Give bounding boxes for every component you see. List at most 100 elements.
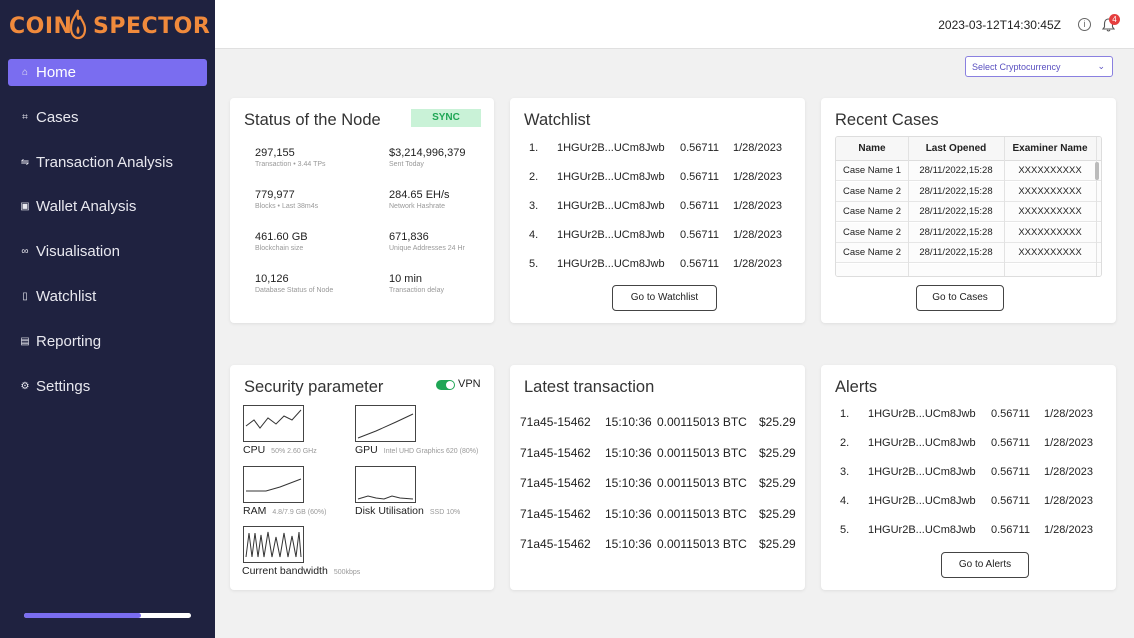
list-item-date: 1/28/2023 [733, 142, 782, 154]
list-item-value: 0.56711 [991, 466, 1030, 478]
node-stat-value: 284.65 EH/s [389, 189, 450, 201]
node-stat: 297,155 Transaction • 3.44 TPs [255, 147, 326, 168]
node-stat-label: Blocks • Last 38m4s [255, 203, 319, 210]
transaction-usd: $25.29 [759, 537, 796, 551]
transaction-btc: 0.00115013 BTC [657, 415, 747, 429]
table-cell: XXXXXXXXXX [1018, 185, 1082, 197]
column-header-name: Name [858, 143, 886, 154]
node-stat-value: 10 min [389, 273, 423, 285]
gpu-label: GPU Intel UHD Graphics 620 (80%) [355, 444, 479, 456]
list-item-index: 1. [840, 408, 850, 420]
list-item-index: 5. [529, 258, 539, 270]
timestamp: 2023-03-12T14:30:45Z [938, 18, 1061, 32]
node-stat: $3,214,996,379 Sent Today [389, 147, 465, 168]
table-divider [908, 137, 909, 276]
list-item-address: 1HGUr2B...UCm8Jwb [868, 437, 976, 449]
list-item-date: 1/28/2023 [1044, 437, 1093, 449]
list-item-index: 2. [529, 171, 539, 183]
flame-icon [69, 9, 87, 40]
logo-text-left: COIN [9, 14, 73, 39]
sidebar-item-visualisation[interactable]: ∞ Visualisation [8, 238, 207, 265]
sidebar-item-watchlist[interactable]: ▯ Watchlist [8, 283, 207, 310]
node-stat: 284.65 EH/s Network Hashrate [389, 189, 450, 210]
transaction-time: 15:10:36 [605, 445, 652, 460]
sidebar-item-cases[interactable]: ⌗ Cases [8, 104, 207, 131]
node-stat-value: $3,214,996,379 [389, 147, 466, 159]
go-to-watchlist-button[interactable]: Go to Watchlist [612, 285, 717, 311]
sidebar-item-label: Wallet Analysis [36, 198, 137, 216]
vpn-toggle[interactable] [436, 380, 455, 390]
list-item-address: 1HGUr2B...UCm8Jwb [868, 408, 976, 420]
sidebar-item-wallet-analysis[interactable]: ▣ Wallet Analysis [8, 193, 207, 220]
table-divider [1004, 137, 1005, 276]
wallet-icon: ▣ [20, 201, 30, 213]
table-row[interactable]: Case Name 2 28/11/2022,15:28 XXXXXXXXXX [836, 181, 1101, 202]
list-item-address: 1HGUr2B...UCm8Jwb [557, 171, 665, 183]
cryptocurrency-select[interactable]: Select Cryptocurrency ⌄ [965, 56, 1113, 77]
node-stat-value: 461.60 GB [255, 231, 308, 243]
transaction-id: 71a45-15462 [520, 537, 591, 551]
list-item-date: 1/28/2023 [733, 229, 782, 241]
link-icon: ∞ [21, 246, 29, 258]
cpu-graph [243, 405, 304, 442]
recent-cases-table: Name Last Opened Examiner Name Case Name… [835, 136, 1102, 277]
alerts-card: Alerts 1. 1HGUr2B...UCm8Jwb 0.56711 1/28/20… [821, 365, 1116, 590]
info-icon[interactable]: i [1078, 18, 1091, 31]
disk-utilisation-label: Disk Utilisation SSD 10% [355, 505, 461, 517]
table-cell: Case Name 2 [842, 226, 902, 238]
transaction-usd: $25.29 [759, 415, 796, 429]
sidebar-item-transaction-analysis[interactable]: ⇋ Transaction Analysis [8, 149, 207, 176]
transaction-btc: 0.00115013 BTC [657, 537, 747, 551]
transaction-id: 71a45-15462 [520, 445, 591, 460]
gpu-graph [355, 405, 416, 442]
ram-label: RAM 4.8/7.9 GB (60%) [243, 505, 327, 517]
table-row[interactable]: Case Name 2 28/11/2022,15:28 XXXXXXXXXX [836, 222, 1101, 243]
list-item-value: 0.56711 [680, 200, 719, 212]
list-item-date: 1/28/2023 [733, 171, 782, 183]
table-cell: 28/11/2022,15:28 [919, 247, 993, 258]
sidebar-item-label: Visualisation [36, 243, 120, 261]
node-stat-label: Database Status of Node [255, 287, 334, 294]
table-row[interactable]: Case Name 1 28/11/2022,15:28 XXXXXXXXXX [836, 161, 1101, 181]
go-to-alerts-button[interactable]: Go to Alerts [941, 552, 1029, 578]
node-stat-value: 671,836 [389, 231, 429, 243]
list-item-date: 1/28/2023 [1044, 524, 1093, 536]
list-item-index: 3. [840, 466, 850, 478]
home-icon: ⌂ [21, 67, 29, 78]
list-item-address: 1HGUr2B...UCm8Jwb [868, 495, 976, 507]
list-item-address: 1HGUr2B...UCm8Jwb [557, 200, 665, 212]
list-item-date: 1/28/2023 [733, 258, 782, 270]
table-cell: XXXXXXXXXX [1018, 226, 1082, 238]
table-row[interactable]: Case Name 2 28/11/2022,15:28 XXXXXXXXXX [836, 202, 1101, 222]
table-row-empty [836, 263, 1101, 276]
sidebar-progress-fill [24, 613, 141, 618]
node-stat-label: Sent Today [389, 161, 424, 168]
sidebar-item-label: Transaction Analysis [36, 153, 174, 171]
transaction-time: 15:10:36 [605, 476, 652, 490]
go-to-cases-button[interactable]: Go to Cases [916, 285, 1004, 311]
sidebar-item-label: Home [36, 64, 77, 81]
transaction-analysis-icon: ⇋ [20, 156, 30, 168]
node-stat: 10,126 Database Status of Node [255, 273, 333, 294]
transaction-time: 15:10:36 [605, 506, 652, 521]
report-icon: ▤ [20, 335, 30, 347]
column-header-examiner: Examiner Name [1012, 143, 1088, 154]
sidebar-item-home[interactable]: ⌂ Home [8, 59, 207, 86]
security-parameter-card: Security parameter VPN CPU 50% 2.60 GHz G… [230, 365, 494, 590]
coinspector-logo[interactable]: COIN SPECTOR [9, 8, 210, 44]
watchlist-title: Watchlist [524, 111, 591, 129]
node-stat-label: Transaction • 3.44 TPs [255, 161, 326, 168]
node-stat: 671,836 Unique Addresses 24 Hr [389, 231, 465, 252]
sidebar-nav: ⌂ Home ⌗ Cases ⇋ Transaction Analysis ▣ Wallet … [8, 59, 207, 417]
node-stat-value: 779,977 [255, 189, 295, 201]
list-item-index: 1. [529, 142, 539, 154]
sidebar-item-settings[interactable]: ⚙ Settings [8, 373, 207, 400]
sidebar-item-reporting[interactable]: ▤ Reporting [8, 328, 207, 355]
list-item-value: 0.56711 [991, 437, 1030, 449]
recent-cases-title: Recent Cases [835, 111, 939, 129]
table-row[interactable]: Case Name 2 28/11/2022,15:28 XXXXXXXXXX [836, 243, 1101, 263]
transaction-time: 15:10:36 [605, 537, 652, 551]
list-item-value: 0.56711 [680, 171, 719, 183]
transaction-btc: 0.00115013 BTC [657, 445, 747, 460]
table-scrollbar[interactable] [1095, 162, 1099, 180]
